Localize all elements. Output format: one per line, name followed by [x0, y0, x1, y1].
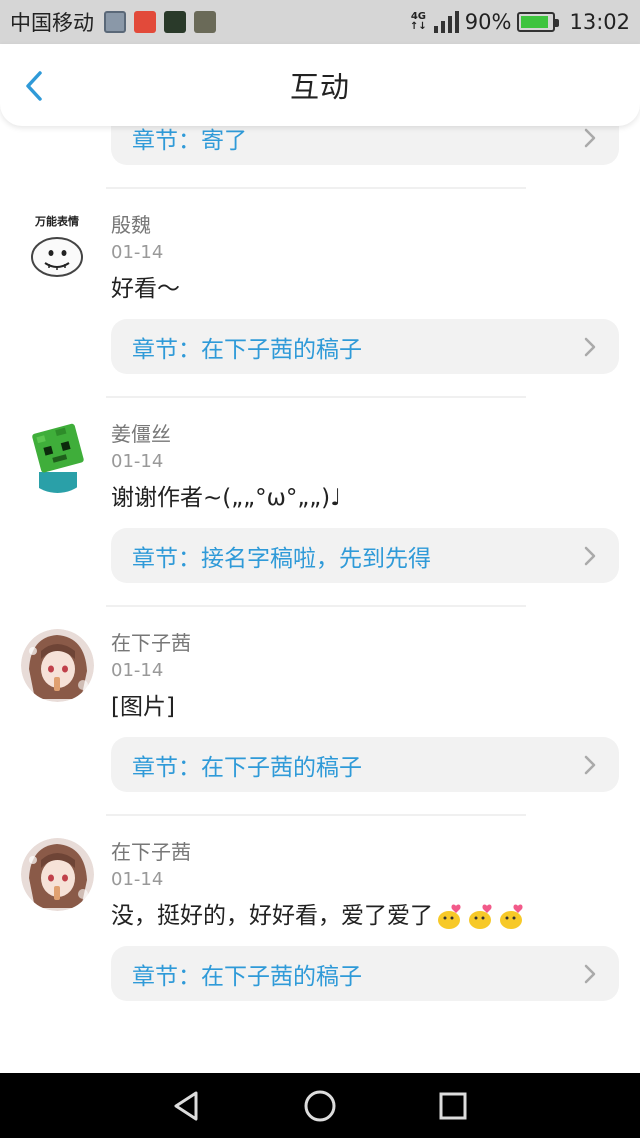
chapter-link[interactable]: 章节：接名字稿啦，先到先得 — [111, 528, 619, 583]
comment-item: 在下子茜 01-14 没，挺好的，好好看，爱了爱了 章节：在下子茜的稿子 — [0, 816, 640, 1023]
chapter-link[interactable]: 章节：在下子茜的稿子 — [111, 319, 619, 374]
title-bar: 互动 — [0, 44, 640, 126]
chapter-label: 章节：在下子茜的稿子 — [132, 336, 362, 363]
green-zombie-avatar[interactable] — [21, 420, 94, 493]
comment-date: 01-14 — [111, 451, 164, 472]
comment-list[interactable]: 章节：寄了 万能表情 殷魏 01-14 好看～ 章节：在下子茜的稿子 姜僵丝 0… — [0, 126, 640, 1073]
back-button[interactable] — [16, 68, 52, 104]
system-nav-bar — [0, 1073, 640, 1138]
chapter-link[interactable]: 章节：在下子茜的稿子 — [111, 737, 619, 792]
chapter-label: 章节：寄了 — [132, 127, 247, 154]
network-type: 4G ↑↓ — [410, 11, 427, 32]
app-icon-game — [194, 11, 216, 33]
chapter-link[interactable]: 章节：寄了 — [111, 126, 619, 165]
comment-text-content: 没，挺好的，好好看，爱了爱了 — [111, 903, 433, 929]
chevron-left-icon — [26, 71, 42, 101]
comment-date: 01-14 — [111, 242, 164, 263]
battery-percent: 90% — [464, 10, 512, 34]
chevron-right-icon — [583, 754, 597, 776]
nav-home-button[interactable] — [296, 1082, 344, 1130]
avatar-caption: 万能表情 — [34, 214, 79, 228]
nav-back-button[interactable] — [163, 1082, 211, 1130]
username[interactable]: 殷魏 — [111, 211, 640, 239]
anime-girl-avatar[interactable] — [21, 629, 94, 702]
chapter-label: 章节：在下子茜的稿子 — [132, 754, 362, 781]
chevron-right-icon — [583, 336, 597, 358]
meme-face-avatar[interactable]: 万能表情 — [21, 211, 94, 284]
comment-text: 没，挺好的，好好看，爱了爱了 — [111, 896, 640, 936]
signal-icon — [433, 11, 459, 33]
comment-item: 万能表情 殷魏 01-14 好看～ 章节：在下子茜的稿子 — [0, 189, 640, 396]
comment-text: 好看～ — [111, 276, 180, 302]
nav-recents-button[interactable] — [429, 1082, 477, 1130]
chapter-label: 章节：在下子茜的稿子 — [132, 963, 362, 990]
chevron-right-icon — [583, 963, 597, 985]
chapter-link[interactable]: 章节：在下子茜的稿子 — [111, 946, 619, 1001]
username[interactable]: 在下子茜 — [111, 838, 640, 866]
gallery-icon — [104, 11, 126, 33]
comment-date: 01-14 — [111, 660, 164, 681]
square-recents-icon — [439, 1092, 467, 1119]
chevron-right-icon — [583, 545, 597, 567]
comment-item: 在下子茜 01-14 [图片] 章节：在下子茜的稿子 — [0, 607, 640, 814]
app-icon-reverse — [164, 11, 186, 33]
battery-icon — [517, 12, 560, 32]
chick-heart-emoji — [500, 904, 523, 929]
comment-text: [图片] — [111, 694, 175, 720]
comment-date: 01-14 — [111, 869, 164, 890]
clock: 13:02 — [569, 10, 630, 34]
triangle-back-icon — [174, 1091, 198, 1120]
username[interactable]: 在下子茜 — [111, 629, 640, 657]
comment-text: 谢谢作者~(„„°ω°„„)♩ — [111, 485, 341, 511]
chick-heart-emoji — [438, 904, 461, 929]
anime-girl-avatar[interactable] — [21, 838, 94, 911]
chevron-right-icon — [583, 127, 597, 149]
page-title: 互动 — [289, 70, 350, 104]
carrier-label: 中国移动 — [10, 11, 94, 35]
chick-heart-emoji — [469, 904, 492, 929]
app-icon-red — [134, 11, 156, 33]
comment-item: 姜僵丝 01-14 谢谢作者~(„„°ω°„„)♩ 章节：接名字稿啦，先到先得 — [0, 398, 640, 605]
status-bar: 中国移动 4G ↑↓ 90% 13:02 — [0, 0, 640, 44]
username[interactable]: 姜僵丝 — [111, 420, 640, 448]
chapter-label: 章节：接名字稿啦，先到先得 — [132, 545, 431, 572]
circle-home-icon — [304, 1090, 336, 1121]
